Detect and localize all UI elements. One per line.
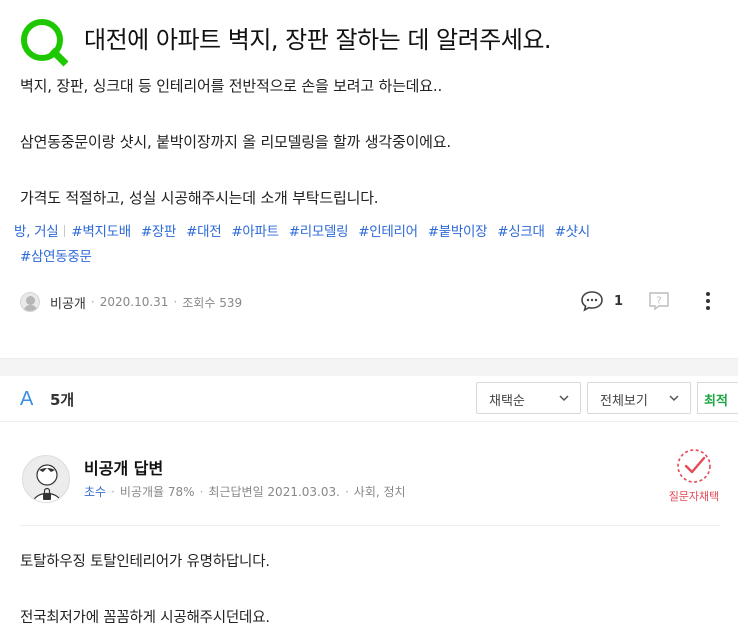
view-select[interactable]: 전체보기 [587,382,691,414]
question-body-line: 가격도 적절하고, 성실 시공해주시는데 소개 부탁드립니다. [20,189,379,207]
anonymous-user-icon [32,464,62,502]
answerer-name[interactable]: 비공개 답변 [84,455,163,479]
tag-link[interactable]: #싱크대 [497,224,545,240]
adopted-check-icon [677,449,711,483]
tag-link[interactable]: #인테리어 [358,224,418,240]
svg-text:?: ? [656,296,661,307]
meta-separator: · [111,485,115,499]
answer-a-icon: A [20,388,34,410]
question-date: 2020.10.31 [99,295,169,309]
question-meta: 비공개 · 2020.10.31 · 조회수 539 [20,291,242,313]
meta-separator: · [199,485,204,499]
answerer-avatar[interactable] [22,455,70,503]
answerer-grade[interactable]: 초수 [84,485,106,499]
adopted-label: 질문자채택 [668,490,720,503]
meta-separator: · [344,485,349,499]
comment-count[interactable]: 1 [614,294,623,309]
tag-link[interactable]: #벽지도배 [71,224,131,240]
question-body-line: 삼연동중문이랑 샷시, 붙박이장까지 올 리모델링을 할까 생각중이에요. [20,133,451,151]
chevron-down-icon [669,395,679,402]
best-filter-button[interactable]: 최적 [697,382,738,414]
question-section: 대전에 아파트 벽지, 장판 잘하는 데 알려주세요. 벽지, 장판, 싱크대 … [0,0,738,358]
answer-body-line: 토탈하우징 토탈인테리어가 유명하답니다. [20,554,270,570]
tag-link[interactable]: #장판 [141,224,177,240]
answerer-meta: 초수 · 비공개율 78% · 최근답변일 2021.03.03. · 사회, 정치 [84,483,406,500]
answer-body-line: 전국최저가에 꼼꼼하게 시공해주시던데요. [20,610,270,626]
meta-separator: · [90,295,95,309]
tag-link[interactable]: #아파트 [231,224,279,240]
private-rate: 비공개율 78% [119,485,195,499]
question-body-line: 벽지, 장판, 싱크대 등 인테리어를 전반적으로 손을 보려고 하는데요.. [20,77,443,95]
section-divider [0,358,738,376]
tag-link[interactable]: #붙박이장 [428,224,488,240]
report-icon[interactable]: ? [648,291,670,311]
tag-list: 방, 거실 #벽지도배 #장판 #대전 #아파트 #리모델링 #인테리어 #붙박이… [14,220,720,270]
sort-select[interactable]: 채택순 [476,382,581,414]
last-answer-date: 최근답변일 2021.03.03. [208,485,340,499]
category-link[interactable]: 방, 거실 [14,224,59,240]
answer-count: 5개 [50,391,75,409]
tag-link[interactable]: #삼연동중문 [20,249,92,265]
question-title: 대전에 아파트 벽지, 장판 잘하는 데 알려주세요. [84,26,552,54]
answerer-field: 사회, 정치 [353,485,406,499]
view-count: 조회수 539 [182,295,243,310]
tag-link[interactable]: #샷시 [555,224,591,240]
more-options-icon[interactable] [704,290,712,312]
author-name[interactable]: 비공개 [50,293,86,312]
comment-icon[interactable] [580,290,604,312]
chevron-down-icon [559,395,569,402]
answer-divider [20,525,720,526]
tag-link[interactable]: #리모델링 [289,224,349,240]
tag-link[interactable]: #대전 [186,224,222,240]
adopted-badge: 질문자채택 [664,446,724,504]
question-q-icon [21,19,69,67]
answers-header: A 5개 채택순 전체보기 최적 [0,376,738,422]
sort-select-value: 채택순 [489,394,525,409]
meta-separator: · [173,295,178,309]
author-avatar[interactable] [20,292,40,312]
answer-body: 토탈하우징 토탈인테리어가 유명하답니다. 전국최저가에 꼼꼼하게 시공해주시던… [20,550,270,626]
answer-card: 비공개 답변 초수 · 비공개율 78% · 최근답변일 2021.03.03. · 사회,… [0,422,738,643]
view-select-value: 전체보기 [600,394,648,409]
question-body: 벽지, 장판, 싱크대 등 인테리어를 전반적으로 손을 보려고 하는데요.. … [20,76,451,208]
tag-separator [64,225,66,237]
